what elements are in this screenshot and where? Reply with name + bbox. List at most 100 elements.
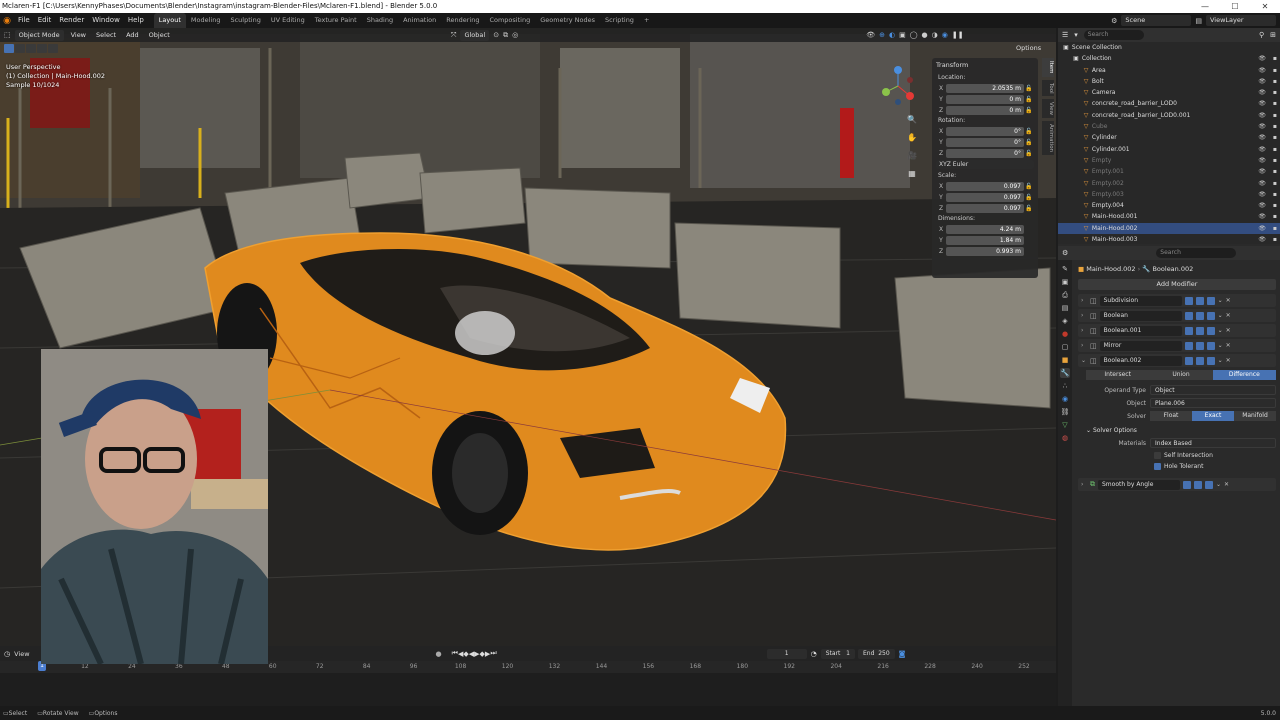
dimension-y-field[interactable]: 1.84 m: [946, 235, 1024, 245]
menu-file[interactable]: File: [14, 13, 34, 28]
next-keyframe-icon[interactable]: ◆▶: [480, 650, 491, 658]
visibility-eye-icon[interactable]: 👁: [1258, 189, 1266, 200]
navigation-gizmo[interactable]: [880, 62, 916, 110]
overlay-toggle-icon[interactable]: ◐: [889, 31, 895, 39]
workspace-tab-texture-paint[interactable]: Texture Paint: [310, 13, 362, 28]
operation-difference[interactable]: Difference: [1212, 370, 1276, 380]
render-camera-icon[interactable]: ▪: [1273, 178, 1277, 189]
viewport-toggle-icon[interactable]: [1195, 311, 1204, 320]
modifier-name-field[interactable]: Subdivision: [1099, 295, 1182, 306]
render-toggle-icon[interactable]: [1205, 480, 1213, 489]
outliner-row[interactable]: ▽ Main-Hood.003 👁 ▪: [1058, 234, 1280, 244]
outliner-row[interactable]: ▽ Bolt 👁 ▪: [1058, 76, 1280, 87]
rotation-x-field[interactable]: 0°: [946, 126, 1024, 136]
lock-icon[interactable]: 🔓: [1024, 128, 1034, 135]
remove-modifier-icon[interactable]: ✕: [1226, 342, 1231, 349]
render-camera-icon[interactable]: ▪: [1273, 211, 1277, 222]
visibility-eye-icon[interactable]: 👁: [1258, 234, 1266, 244]
camera-view-icon[interactable]: 🎥: [906, 150, 918, 162]
expand-icon[interactable]: ›: [1081, 481, 1087, 488]
checkbox-box[interactable]: [1154, 463, 1161, 470]
render-camera-icon[interactable]: ▪: [1273, 110, 1277, 121]
select-extend-button[interactable]: [15, 44, 25, 53]
lock-icon[interactable]: 🔓: [1024, 96, 1034, 103]
visibility-eye-icon[interactable]: 👁: [1258, 65, 1266, 76]
outliner-row[interactable]: ▽ Area 👁 ▪: [1058, 65, 1280, 76]
render-camera-icon[interactable]: ▪: [1273, 166, 1277, 177]
outliner-funnel-icon[interactable]: ⚲: [1259, 31, 1264, 39]
visibility-eye-icon[interactable]: 👁: [1258, 223, 1266, 234]
render-toggle-icon[interactable]: [1206, 311, 1215, 320]
modifier-menu-icon[interactable]: ⌄: [1216, 481, 1221, 488]
modifier-mirror[interactable]: › ◫ Mirror ⌄ ✕: [1078, 339, 1276, 352]
render-camera-icon[interactable]: ▪: [1273, 87, 1277, 98]
modifier-menu-icon[interactable]: ⌄: [1218, 297, 1223, 304]
physics-tab-icon[interactable]: ◉: [1060, 394, 1070, 404]
sidebar-tab-animation[interactable]: Animation: [1042, 121, 1054, 156]
menu-render[interactable]: Render: [55, 13, 88, 28]
select-box-button[interactable]: [4, 44, 14, 53]
sidebar-tab-item[interactable]: Item: [1042, 58, 1054, 77]
outliner-row[interactable]: ▽ concrete_road_barrier_LOD0.001 👁 ▪: [1058, 110, 1280, 121]
render-camera-icon[interactable]: ▪: [1273, 98, 1277, 109]
world-tab-icon[interactable]: ●: [1060, 329, 1070, 339]
edit-mode-toggle-icon[interactable]: [1183, 480, 1191, 489]
lock-icon[interactable]: 🔓: [1024, 205, 1034, 212]
render-camera-icon[interactable]: ▪: [1273, 200, 1277, 211]
viewport-options-button[interactable]: Options: [1016, 44, 1041, 52]
modifier-menu-icon[interactable]: ⌄: [1218, 342, 1223, 349]
scene-tab-icon[interactable]: ◈: [1060, 316, 1070, 326]
render-toggle-icon[interactable]: [1206, 326, 1215, 335]
collapse-icon[interactable]: ⌄: [1081, 357, 1087, 364]
blender-logo-icon[interactable]: ◉: [0, 13, 14, 28]
shading-material-icon[interactable]: ◑: [932, 31, 938, 39]
workspace-tab-animation[interactable]: Animation: [398, 13, 441, 28]
workspace-tab-sculpting[interactable]: Sculpting: [225, 13, 265, 28]
shading-solid-icon[interactable]: ●: [922, 31, 928, 39]
scale-z-field[interactable]: 0.097: [946, 203, 1024, 213]
menu-edit[interactable]: Edit: [34, 13, 56, 28]
scene-selector[interactable]: Scene: [1121, 15, 1192, 26]
rotation-mode-dropdown[interactable]: XYZ Euler: [936, 160, 1034, 169]
workspace-tab-geometry-nodes[interactable]: Geometry Nodes: [535, 13, 600, 28]
maximize-button[interactable]: ☐: [1220, 0, 1250, 13]
add-modifier-button[interactable]: Add Modifier: [1078, 279, 1276, 290]
visibility-eye-icon[interactable]: 👁: [1258, 98, 1266, 109]
lock-icon[interactable]: 🔓: [1024, 194, 1034, 201]
visibility-eye-icon[interactable]: 👁: [1258, 132, 1266, 143]
pan-hand-icon[interactable]: ✋: [906, 132, 918, 144]
jump-end-icon[interactable]: ⏭: [490, 649, 496, 658]
visibility-eye-icon[interactable]: 👁: [1258, 121, 1266, 132]
expand-icon[interactable]: ›: [1081, 342, 1087, 349]
expand-icon[interactable]: ›: [1081, 312, 1087, 319]
visibility-eye-icon[interactable]: 👁: [1258, 211, 1266, 222]
viewport-toggle-icon[interactable]: [1194, 480, 1202, 489]
scale-x-field[interactable]: 0.097: [946, 181, 1024, 191]
outliner-row[interactable]: ▣ Scene Collection: [1058, 42, 1280, 53]
remove-modifier-icon[interactable]: ✕: [1226, 327, 1231, 334]
workspace-tab-compositing[interactable]: Compositing: [484, 13, 535, 28]
lock-icon[interactable]: 🔓: [1024, 107, 1034, 114]
visibility-eye-icon[interactable]: 👁: [1258, 144, 1266, 155]
xray-icon[interactable]: ▣: [899, 31, 906, 39]
collapse-icon[interactable]: ⌄: [1086, 427, 1091, 434]
render-tab-icon[interactable]: ▣: [1060, 277, 1070, 287]
outliner-row[interactable]: ▽ Camera 👁 ▪: [1058, 87, 1280, 98]
pivot-icon[interactable]: ⊙: [493, 31, 499, 39]
outliner-row[interactable]: ▽ Main-Hood.002 👁 ▪: [1058, 222, 1280, 235]
timeline-view-menu[interactable]: View: [14, 650, 35, 658]
location-y-field[interactable]: 0 m: [946, 94, 1024, 104]
sync-icon[interactable]: ◙: [895, 650, 910, 658]
edit-mode-toggle-icon[interactable]: [1184, 356, 1193, 365]
remove-modifier-icon[interactable]: ✕: [1226, 357, 1231, 364]
visibility-eye-icon[interactable]: 👁: [1258, 200, 1266, 211]
render-toggle-icon[interactable]: [1206, 296, 1215, 305]
self-intersection-checkbox[interactable]: Self Intersection: [1154, 450, 1276, 461]
preview-range-icon[interactable]: ◔: [807, 650, 821, 658]
modifier-name-field[interactable]: Mirror: [1099, 340, 1182, 351]
modifier-name-field[interactable]: Boolean.002: [1099, 355, 1182, 366]
visibility-eye-icon[interactable]: 👁: [1258, 166, 1266, 177]
menu-help[interactable]: Help: [124, 13, 148, 28]
outliner-row[interactable]: ▣ Collection 👁 ▪: [1058, 53, 1280, 64]
workspace-tab-rendering[interactable]: Rendering: [441, 13, 484, 28]
